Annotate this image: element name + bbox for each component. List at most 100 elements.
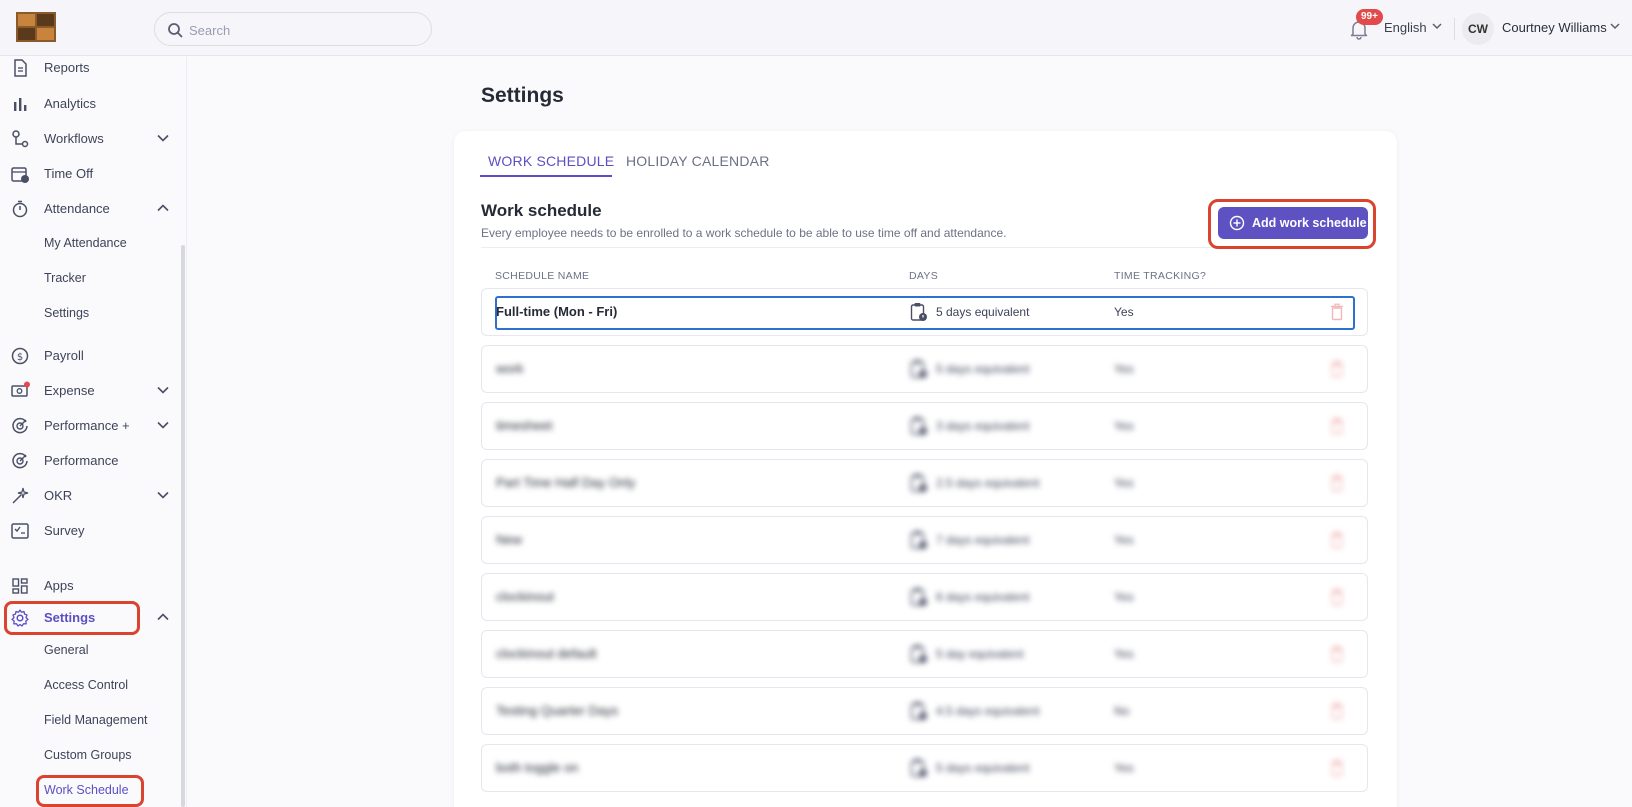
calendar-clock-icon: [910, 531, 927, 549]
chevron-down-icon[interactable]: [157, 386, 169, 394]
active-tab-indicator: [480, 175, 612, 177]
sidebar-item-analytics[interactable]: Analytics: [0, 88, 180, 120]
sidebar-item-payroll[interactable]: $ Payroll: [0, 340, 180, 372]
schedule-name: work: [496, 361, 524, 376]
schedule-days: 6 days equivalent: [936, 590, 1030, 604]
highlight-annotation: [4, 601, 140, 635]
sidebar-item-label: Attendance: [44, 201, 110, 216]
table-row[interactable]: Full-time (Mon - Fri) 5 days equivalent Ye…: [481, 288, 1368, 336]
sidebar-item-label: Performance: [44, 453, 119, 468]
sidebar-subitem-my-attendance[interactable]: My Attendance: [44, 236, 127, 260]
sidebar-item-attendance[interactable]: Attendance: [0, 193, 180, 225]
column-header-days: DAYS: [909, 270, 939, 282]
trash-icon[interactable]: [1330, 759, 1344, 777]
chevron-down-icon[interactable]: [157, 421, 169, 429]
table-row[interactable]: clockinout default 5 day equivalent Yes: [481, 630, 1368, 678]
trash-icon[interactable]: [1330, 531, 1344, 549]
table-row[interactable]: both toggle on 5 days equivalent Yes: [481, 744, 1368, 792]
trash-icon[interactable]: [1330, 303, 1344, 321]
trash-icon[interactable]: [1330, 474, 1344, 492]
sidebar-item-apps[interactable]: Apps: [0, 570, 180, 602]
trash-icon[interactable]: [1330, 645, 1344, 663]
table-row[interactable]: New 7 days equivalent Yes: [481, 516, 1368, 564]
chevron-down-icon[interactable]: [157, 134, 169, 142]
schedule-name: Testing Quarter Days: [496, 703, 619, 718]
search-input[interactable]: [189, 20, 419, 40]
schedule-name: clockinout default: [496, 646, 597, 661]
language-selector[interactable]: English: [1384, 20, 1427, 35]
sidebar-item-label: Time Off: [44, 166, 94, 181]
sidebar-subitem-access-control[interactable]: Access Control: [44, 678, 128, 702]
schedule-days: 2.5 days equivalent: [936, 476, 1040, 490]
schedule-days: 4.5 days equivalent: [936, 704, 1040, 718]
schedule-name: timesheet: [496, 418, 553, 433]
add-work-schedule-label: Add work schedule: [1252, 216, 1367, 230]
sidebar-subitem-field-management[interactable]: Field Management: [44, 713, 148, 737]
sidebar-item-survey[interactable]: Survey: [0, 515, 180, 547]
stopwatch-icon: [12, 200, 28, 218]
highlight-annotation: [36, 775, 144, 807]
table-row[interactable]: Testing Quarter Days 4.5 days equivalent N…: [481, 687, 1368, 735]
sidebar-item-label: Analytics: [44, 96, 97, 111]
schedule-name: Part Time Half Day Only: [496, 475, 636, 490]
sidebar-item-label: Reports: [44, 60, 90, 75]
trash-icon[interactable]: [1330, 417, 1344, 435]
target-icon: [12, 452, 28, 469]
table-row[interactable]: clockinout 6 days equivalent Yes: [481, 573, 1368, 621]
target-icon: [12, 417, 28, 434]
schedule-days: 7 days equivalent: [936, 533, 1030, 547]
table-row[interactable]: Part Time Half Day Only 2.5 days equivale…: [481, 459, 1368, 507]
sidebar-item-time-off[interactable]: Time Off: [0, 158, 180, 190]
schedule-time-tracking: Yes: [1114, 362, 1134, 376]
tab-work-schedule[interactable]: WORK SCHEDULE: [488, 153, 614, 169]
chevron-up-icon[interactable]: [157, 204, 169, 212]
sidebar-subitem-attendance-settings[interactable]: Settings: [44, 306, 89, 330]
workflow-icon: [12, 130, 29, 148]
sidebar-item-performance-plus[interactable]: Performance +: [0, 410, 180, 442]
dollar-circle-icon: $: [11, 347, 29, 365]
search-box[interactable]: [154, 12, 432, 46]
calendar-clock-icon: [910, 759, 927, 777]
apps-grid-icon: [12, 578, 28, 594]
chevron-down-icon[interactable]: [1610, 22, 1620, 30]
trash-icon[interactable]: [1330, 360, 1344, 378]
chevron-down-icon[interactable]: [157, 491, 169, 499]
column-header-schedule-name: SCHEDULE NAME: [495, 270, 590, 282]
calendar-clock-icon: [910, 588, 927, 606]
table-row[interactable]: work 5 days equivalent Yes: [481, 345, 1368, 393]
sidebar-item-label: OKR: [44, 488, 73, 503]
column-header-time-tracking: TIME TRACKING?: [1114, 270, 1207, 282]
sidebar-item-expense[interactable]: Expense: [0, 375, 180, 407]
avatar[interactable]: CW: [1462, 13, 1494, 45]
tab-holiday-calendar[interactable]: HOLIDAY CALENDAR: [626, 153, 770, 169]
sidebar-item-performance[interactable]: Performance: [0, 445, 180, 477]
schedule-time-tracking: Yes: [1114, 590, 1134, 604]
sidebar-item-okr[interactable]: OKR: [0, 480, 180, 512]
sidebar-item-workflows[interactable]: Workflows: [0, 123, 180, 155]
table-row[interactable]: timesheet 3 days equivalent Yes: [481, 402, 1368, 450]
trash-icon[interactable]: [1330, 588, 1344, 606]
schedule-name: New: [496, 532, 523, 547]
bar-chart-icon: [14, 98, 27, 111]
add-work-schedule-button[interactable]: Add work schedule: [1218, 207, 1368, 239]
company-logo[interactable]: [16, 12, 56, 42]
trash-icon[interactable]: [1330, 702, 1344, 720]
user-name[interactable]: Courtney Williams: [1502, 20, 1607, 35]
sidebar-item-reports[interactable]: Reports: [0, 52, 180, 84]
sidebar-scrollbar[interactable]: [181, 245, 185, 807]
calendar-clock-icon: [910, 417, 927, 435]
chevron-up-icon[interactable]: [157, 613, 169, 621]
sidebar-subitem-tracker[interactable]: Tracker: [44, 271, 86, 295]
sidebar-subitem-custom-groups[interactable]: Custom Groups: [44, 748, 132, 772]
chevron-down-icon[interactable]: [1432, 22, 1442, 30]
divider: [1454, 18, 1455, 40]
calendar-clock-icon: [910, 303, 927, 321]
sidebar-subitem-general[interactable]: General: [44, 643, 88, 667]
schedule-name: Full-time (Mon - Fri): [496, 304, 618, 319]
schedule-days: 5 days equivalent: [936, 305, 1030, 319]
top-bar: 99+ English CW Courtney Williams: [0, 0, 1632, 56]
schedule-name: clockinout: [496, 589, 554, 604]
svg-text:$: $: [17, 352, 23, 363]
section-title: Work schedule: [481, 201, 602, 220]
sidebar-item-label: Performance +: [44, 418, 130, 433]
